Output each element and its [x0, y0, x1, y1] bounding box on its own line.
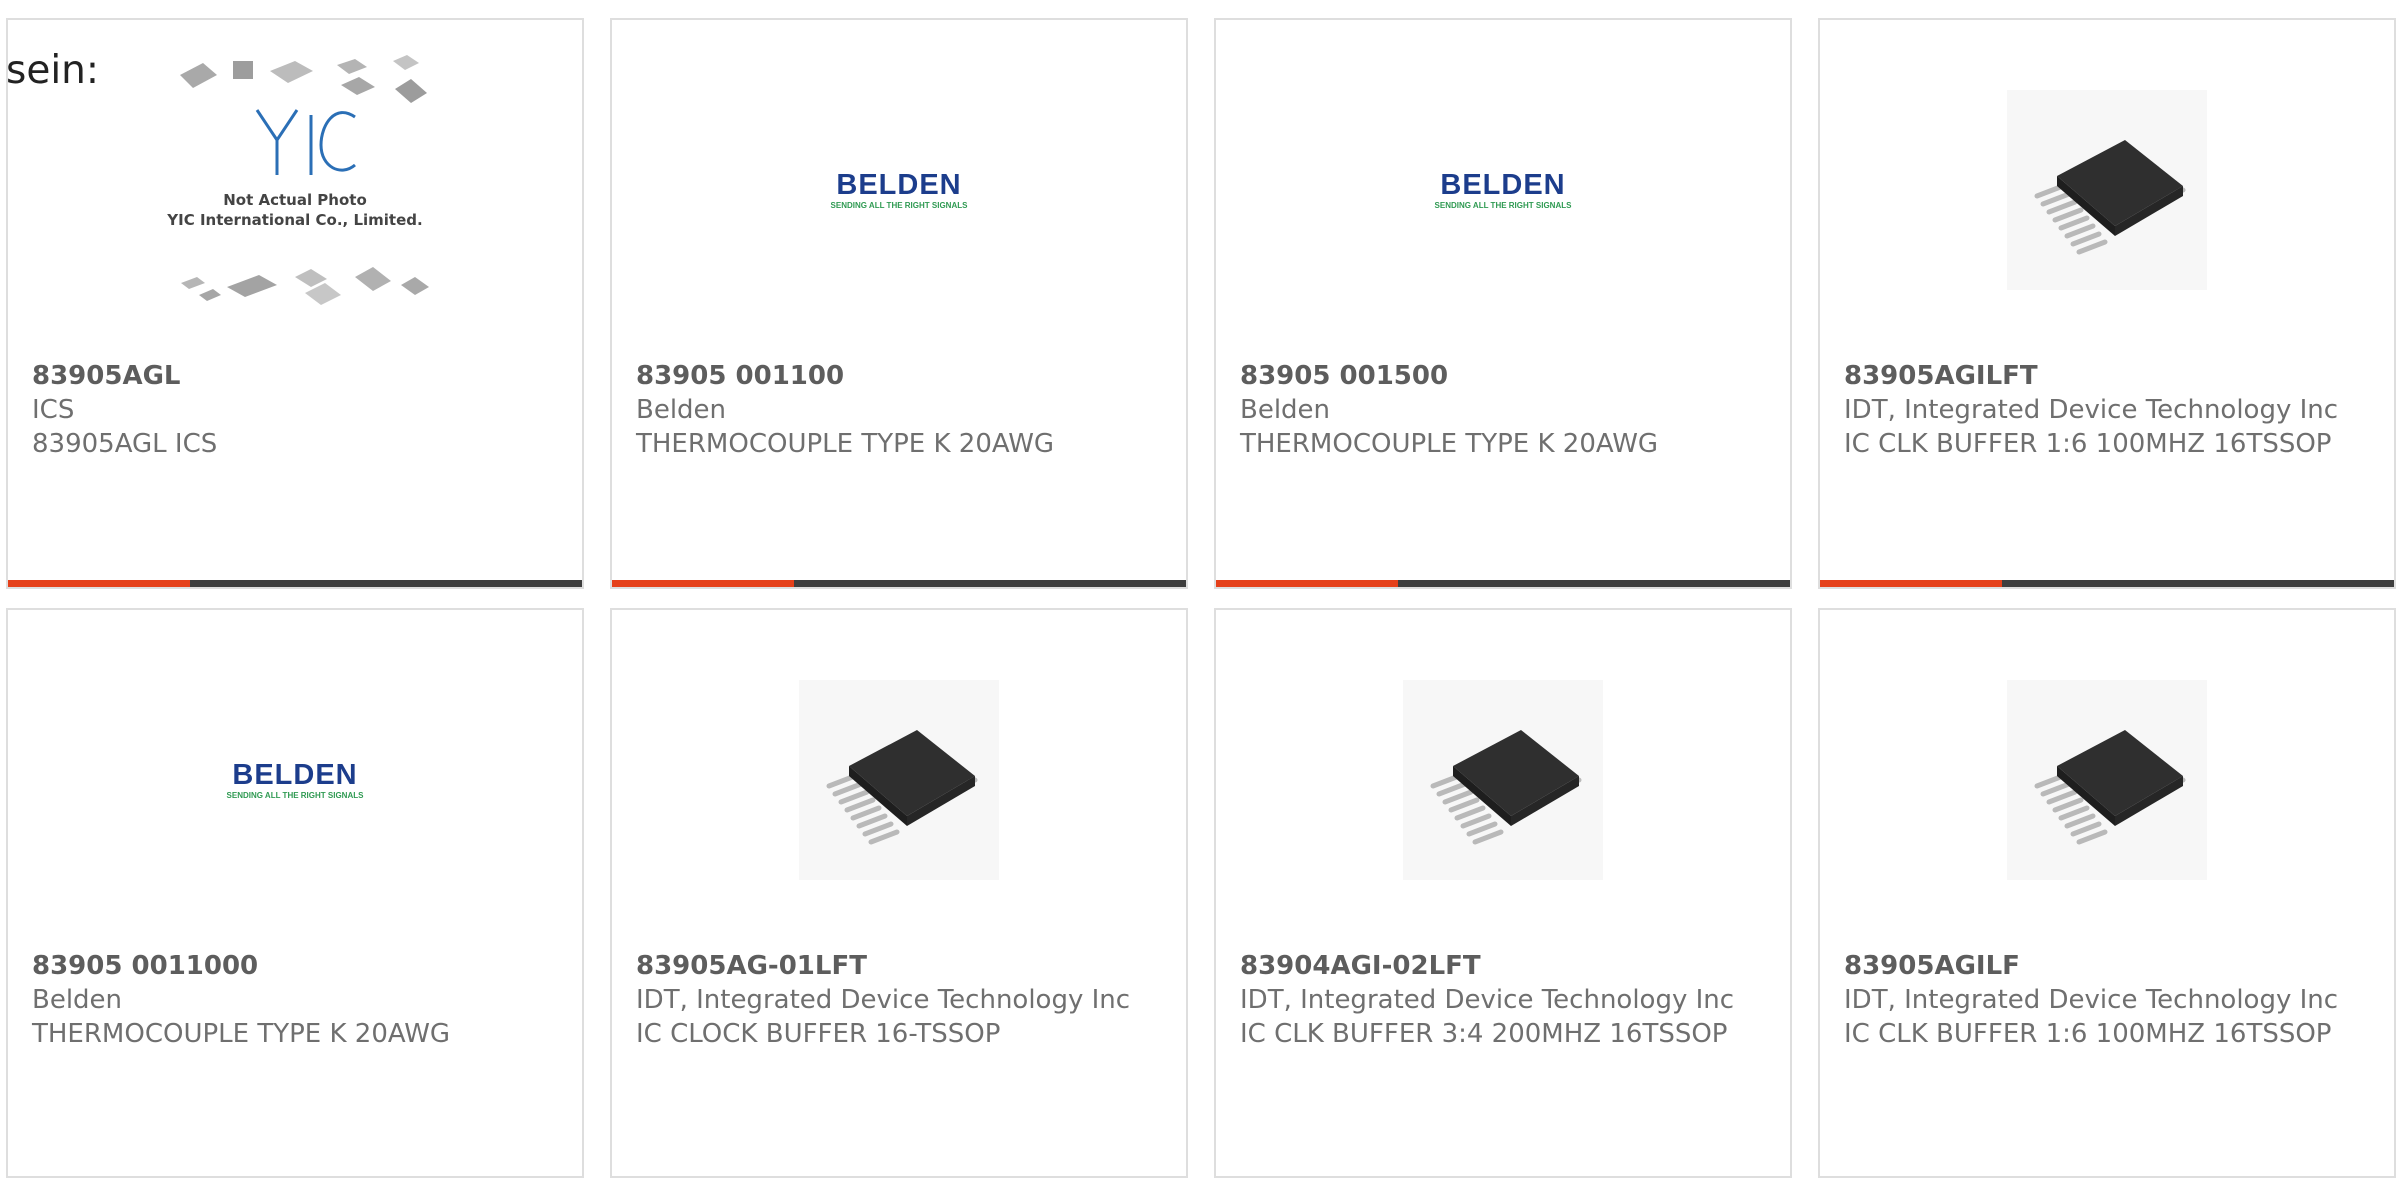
part-number-link[interactable]: 83905AG-01LFT	[636, 949, 1162, 983]
product-image[interactable]: BELDEN SENDING ALL THE RIGHT SIGNALS	[1216, 20, 1790, 360]
tssop-chip-image	[799, 680, 999, 880]
product-image[interactable]	[1820, 610, 2394, 950]
card-bottom-bar	[1216, 580, 1790, 587]
belden-logo-text: BELDEN	[232, 759, 357, 791]
card-bar-accent	[1216, 580, 1398, 587]
belden-logo-image: BELDEN SENDING ALL THE RIGHT SIGNALS	[227, 759, 365, 800]
card-bottom-bar	[612, 580, 1186, 587]
product-details: 83905AG-01LFT IDT, Integrated Device Tec…	[636, 949, 1162, 1051]
product-card[interactable]: BELDEN SENDING ALL THE RIGHT SIGNALS 839…	[610, 18, 1188, 589]
yic-caption-line2: YIC International Co., Limited.	[166, 211, 422, 229]
product-image[interactable]: BELDEN SENDING ALL THE RIGHT SIGNALS	[612, 20, 1186, 360]
description: THERMOCOUPLE TYPE K 20AWG	[1240, 429, 1659, 459]
description: 83905AGL ICS	[32, 429, 218, 459]
manufacturer: IDT, Integrated Device Technology Inc	[1844, 395, 2339, 425]
part-number-link[interactable]: 83904AGI-02LFT	[1240, 949, 1766, 983]
belden-logo-image: BELDEN SENDING ALL THE RIGHT SIGNALS	[1435, 169, 1573, 210]
belden-logo-text: BELDEN	[836, 169, 961, 201]
card-bar-accent	[612, 580, 794, 587]
product-card[interactable]: 83905AGILF IDT, Integrated Device Techno…	[1818, 608, 2396, 1178]
belden-tagline: SENDING ALL THE RIGHT SIGNALS	[831, 201, 969, 210]
belden-logo-text: BELDEN	[1440, 169, 1565, 201]
description: THERMOCOUPLE TYPE K 20AWG	[32, 1019, 451, 1049]
product-image[interactable]	[1216, 610, 1790, 950]
manufacturer: Belden	[636, 395, 727, 425]
tssop-chip-image	[2007, 680, 2207, 880]
manufacturer: IDT, Integrated Device Technology Inc	[1240, 985, 1735, 1015]
part-number-link[interactable]: 83905AGILF	[1844, 949, 2370, 983]
description: IC CLK BUFFER 1:6 100MHZ 16TSSOP	[1844, 429, 2332, 459]
description: IC CLK BUFFER 1:6 100MHZ 16TSSOP	[1844, 1019, 2332, 1049]
product-card[interactable]: BELDEN SENDING ALL THE RIGHT SIGNALS 839…	[1214, 18, 1792, 589]
manufacturer: ICS	[32, 395, 75, 425]
product-details: 83904AGI-02LFT IDT, Integrated Device Te…	[1240, 949, 1766, 1051]
tssop-chip-image	[2007, 90, 2207, 290]
manufacturer: Belden	[32, 985, 123, 1015]
product-image[interactable]	[612, 610, 1186, 950]
belden-logo-image: BELDEN SENDING ALL THE RIGHT SIGNALS	[831, 169, 969, 210]
product-card[interactable]: 83905AGILFT IDT, Integrated Device Techn…	[1818, 18, 2396, 589]
description: THERMOCOUPLE TYPE K 20AWG	[636, 429, 1055, 459]
manufacturer: IDT, Integrated Device Technology Inc	[1844, 985, 2339, 1015]
belden-tagline: SENDING ALL THE RIGHT SIGNALS	[227, 791, 365, 800]
yic-placeholder-image: Not Actual Photo YIC International Co., …	[166, 55, 429, 305]
tssop-chip-image	[1403, 680, 1603, 880]
part-number-link[interactable]: 83905 0011000	[32, 949, 558, 983]
product-details: 83905AGILF IDT, Integrated Device Techno…	[1844, 949, 2370, 1051]
product-details: 83905AGILFT IDT, Integrated Device Techn…	[1844, 359, 2370, 461]
product-image[interactable]	[1820, 20, 2394, 360]
lead-text: sein:	[6, 48, 100, 93]
yic-caption-line1: Not Actual Photo	[223, 191, 367, 209]
part-number-link[interactable]: 83905AGL	[32, 359, 558, 393]
belden-tagline: SENDING ALL THE RIGHT SIGNALS	[1435, 201, 1573, 210]
part-number-link[interactable]: 83905 001100	[636, 359, 1162, 393]
product-image[interactable]: BELDEN SENDING ALL THE RIGHT SIGNALS	[8, 610, 582, 950]
product-details: 83905 001500 Belden THERMOCOUPLE TYPE K …	[1240, 359, 1766, 461]
product-details: 83905 0011000 Belden THERMOCOUPLE TYPE K…	[32, 949, 558, 1051]
card-bar-accent	[8, 580, 190, 587]
card-bar-accent	[1820, 580, 2002, 587]
product-card[interactable]: 83905AG-01LFT IDT, Integrated Device Tec…	[610, 608, 1188, 1178]
description: IC CLK BUFFER 3:4 200MHZ 16TSSOP	[1240, 1019, 1728, 1049]
card-bottom-bar	[8, 580, 582, 587]
manufacturer: IDT, Integrated Device Technology Inc	[636, 985, 1131, 1015]
product-card[interactable]: BELDEN SENDING ALL THE RIGHT SIGNALS 839…	[6, 608, 584, 1178]
product-card[interactable]: Not Actual Photo YIC International Co., …	[6, 18, 584, 589]
product-details: 83905AGL ICS 83905AGL ICS	[32, 359, 558, 461]
product-details: 83905 001100 Belden THERMOCOUPLE TYPE K …	[636, 359, 1162, 461]
part-number-link[interactable]: 83905 001500	[1240, 359, 1766, 393]
product-card[interactable]: 83904AGI-02LFT IDT, Integrated Device Te…	[1214, 608, 1792, 1178]
card-bottom-bar	[1820, 580, 2394, 587]
manufacturer: Belden	[1240, 395, 1331, 425]
part-number-link[interactable]: 83905AGILFT	[1844, 359, 2370, 393]
description: IC CLOCK BUFFER 16-TSSOP	[636, 1019, 1001, 1049]
